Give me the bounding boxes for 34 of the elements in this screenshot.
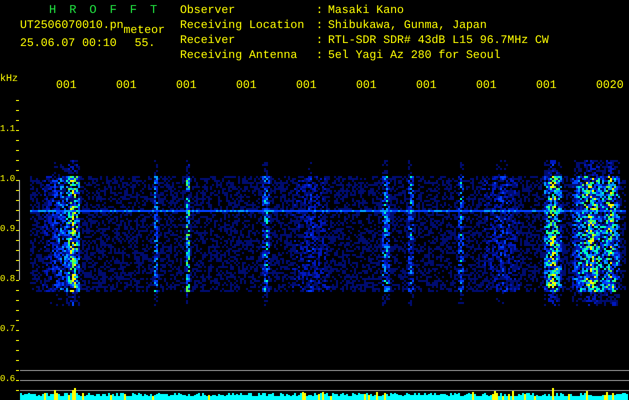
time-label: 001 [536,80,557,92]
y-axis-label: 1.0 [0,174,16,186]
time-label: 001 [236,80,257,92]
time-label: 001 [416,80,437,92]
separator: : [316,50,324,64]
time-label: 001 [356,80,377,92]
separator: : [316,5,324,19]
info-value: Masaki Kano [328,5,405,19]
time-label: 001 [296,80,317,92]
info-label: Observer [180,5,236,19]
time-label: 001 [56,80,77,92]
mode-label: meteor [124,22,165,36]
value-label: 55. [134,38,156,50]
y-axis-label: 0.8 [0,274,16,286]
info-value: 5el Yagi Az 280 for Seoul [328,50,502,64]
info-value: Shibukawa, Gunma, Japan [328,20,488,34]
info-label: Receiving Location [180,20,306,34]
time-label: 001 [476,80,497,92]
y-axis-label: 0.9 [0,224,16,236]
y-axis-label: 1.1 [0,124,16,136]
y-axis-label: 0.6 [0,374,16,386]
y-axis-label: 0.7 [0,324,16,336]
time-label: 0020 [596,80,624,92]
app-title: HROFFT [48,5,170,16]
time-label: 001 [116,80,137,92]
separator: : [316,20,324,34]
file-name: UT2506070010.pn [20,20,124,34]
info-value: RTL-SDR SDR# 43dB L15 96.7MHz CW [328,35,549,49]
date-time: 25.06.07 00:10 [20,38,117,50]
time-label: 001 [176,80,197,92]
info-label: Receiver [180,35,236,49]
info-label: Receiving Antenna [180,50,298,64]
y-unit-label: kHz [0,74,18,86]
separator: : [316,35,324,49]
